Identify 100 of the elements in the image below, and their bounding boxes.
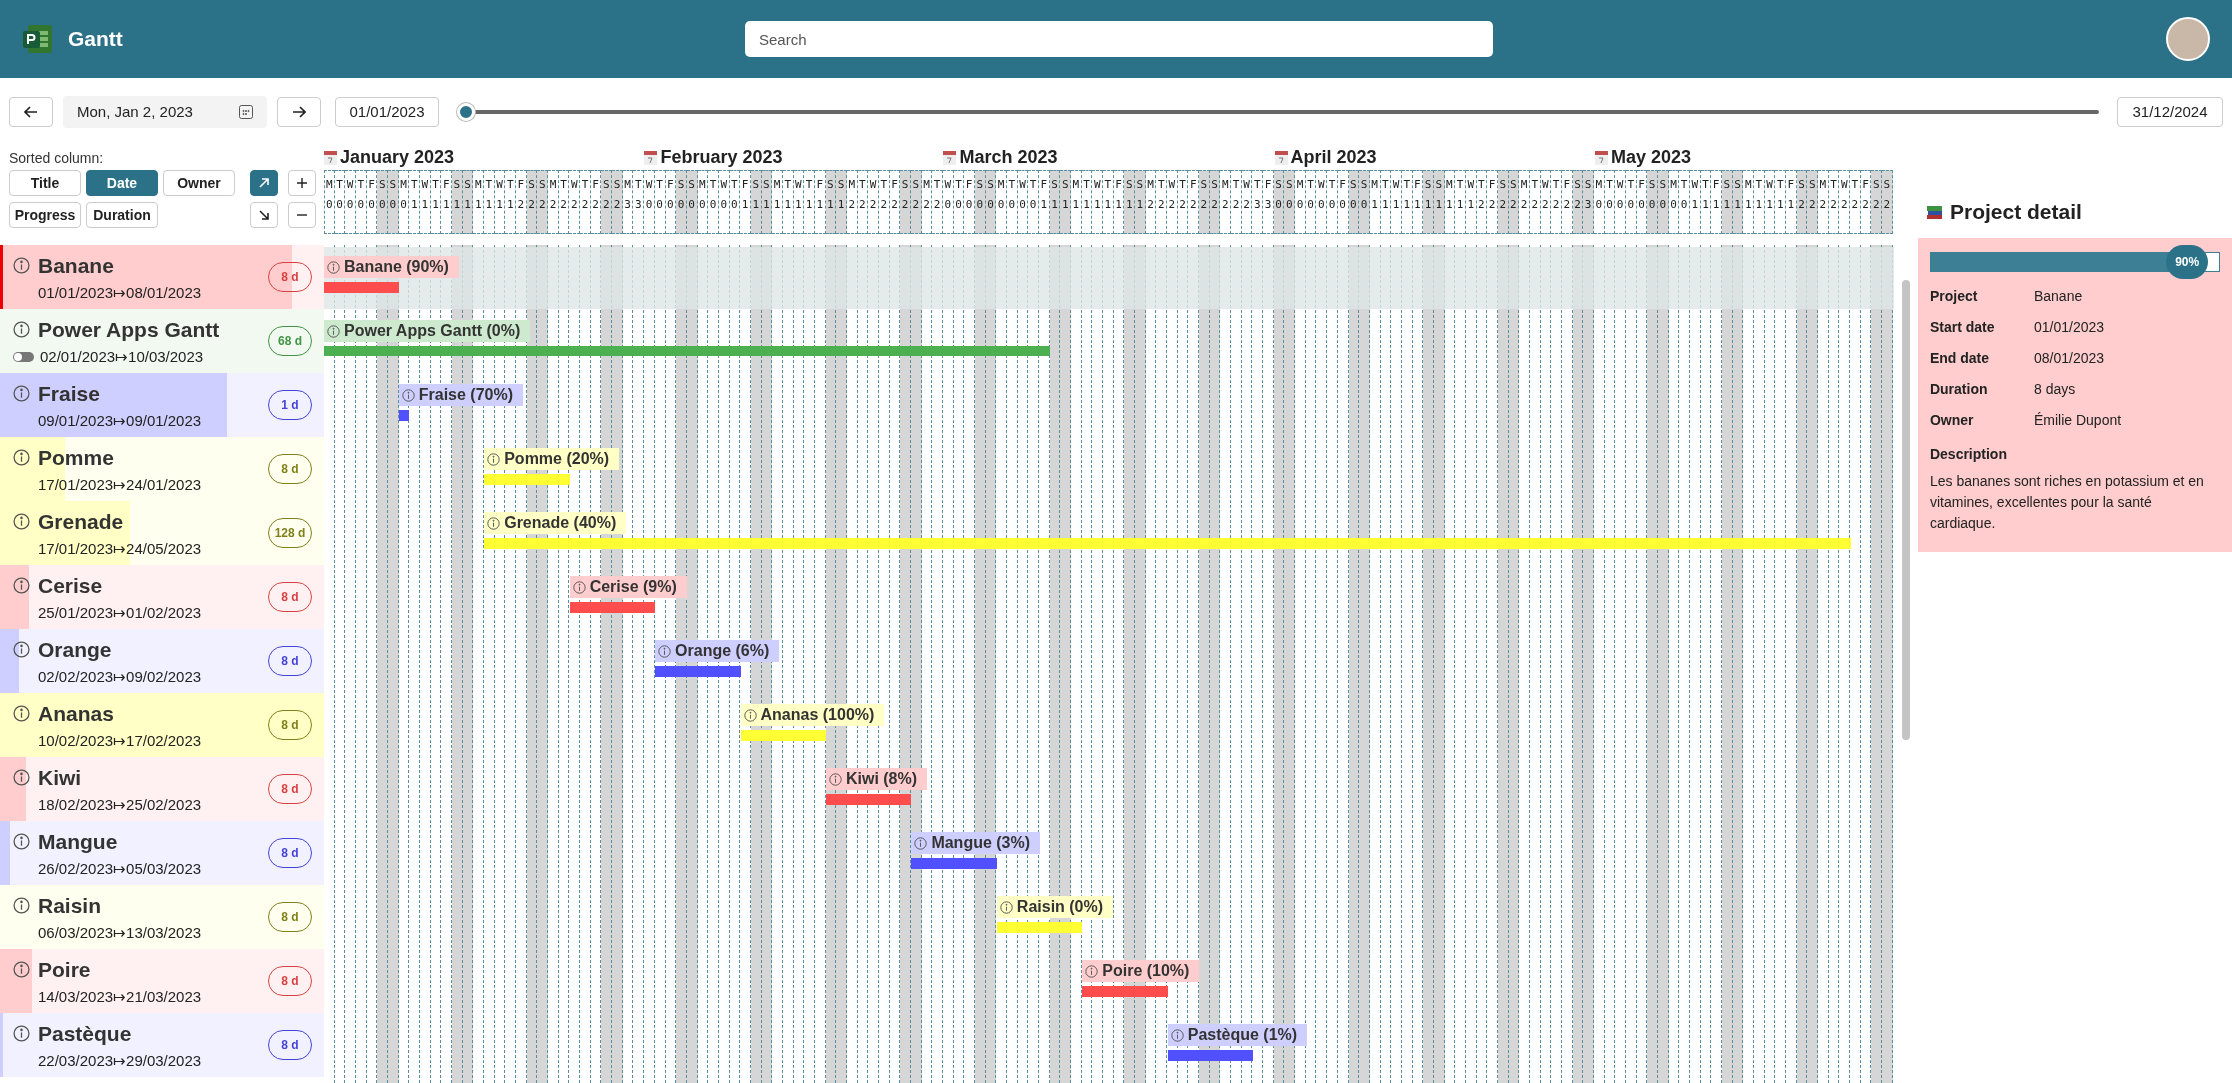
zoom-out-button[interactable] bbox=[288, 202, 316, 228]
avatar[interactable] bbox=[2166, 17, 2210, 61]
scrollbar[interactable] bbox=[1901, 280, 1910, 740]
bar-label[interactable]: Pastèque (1%) bbox=[1167, 1024, 1308, 1046]
end-date-field[interactable]: 31/12/2024 bbox=[2117, 97, 2223, 127]
weekday-letter: W bbox=[720, 177, 727, 193]
task-row[interactable]: Cerise 25/01/2023↦01/02/2023 8 d bbox=[0, 565, 324, 629]
task-bar[interactable] bbox=[1167, 1050, 1254, 1061]
day-number: 1 bbox=[1104, 197, 1112, 213]
weekday-letter: T bbox=[1552, 177, 1560, 193]
info-icon bbox=[13, 705, 30, 723]
bar-label[interactable]: Poire (10%) bbox=[1082, 960, 1200, 982]
bar-label[interactable]: Pomme (20%) bbox=[484, 448, 620, 470]
task-row[interactable]: Ananas 10/02/2023↦17/02/2023 8 d bbox=[0, 693, 324, 757]
day-number: 0 bbox=[645, 197, 653, 213]
day-number: 0 bbox=[1638, 197, 1645, 213]
bar-label[interactable]: Mangue (3%) bbox=[911, 832, 1041, 854]
weekday-letter: M bbox=[1371, 177, 1378, 193]
info-icon bbox=[13, 1025, 30, 1043]
weekday-letter: S bbox=[613, 177, 621, 193]
day-number: 0 bbox=[378, 197, 386, 213]
weekday-letter: T bbox=[1157, 177, 1165, 193]
bar-label[interactable]: Cerise (9%) bbox=[569, 576, 687, 598]
search-field[interactable]: Search bbox=[745, 21, 1493, 57]
date-field[interactable]: Mon, Jan 2, 2023 bbox=[63, 96, 267, 128]
task-row[interactable]: Power Apps Gantt 02/01/2023↦10/03/2023 68 d bbox=[0, 309, 324, 373]
bar-label[interactable]: Orange (6%) bbox=[655, 640, 780, 662]
day-number: 2 bbox=[1872, 197, 1880, 213]
sort-column-button[interactable]: Date bbox=[86, 170, 158, 196]
sort-column-button[interactable]: Progress bbox=[9, 202, 81, 228]
bar-label[interactable]: Power Apps Gantt (0%) bbox=[324, 320, 531, 342]
weekday-letter: T bbox=[1232, 177, 1240, 193]
task-row[interactable]: Grenade 17/01/2023↦24/05/2023 128 d bbox=[0, 501, 324, 565]
weekday-letter: M bbox=[1670, 177, 1677, 193]
day-number: 1 bbox=[1755, 197, 1763, 213]
toggle-switch[interactable] bbox=[13, 351, 34, 362]
zoom-in-button[interactable] bbox=[288, 170, 316, 196]
slider-thumb[interactable] bbox=[457, 103, 475, 121]
weekday-letter: S bbox=[1061, 177, 1069, 193]
day-number: 1 bbox=[741, 197, 749, 213]
bar-label[interactable]: Kiwi (8%) bbox=[825, 768, 928, 790]
weekday-letter: S bbox=[1584, 177, 1592, 193]
task-row[interactable]: Pastèque 22/03/2023↦29/03/2023 8 d bbox=[0, 1013, 324, 1077]
weekday-letter: W bbox=[1616, 177, 1624, 193]
bar-label[interactable]: Ananas (100%) bbox=[740, 704, 885, 726]
calendar-icon bbox=[239, 105, 253, 119]
weekday-letter: W bbox=[1766, 177, 1773, 193]
bar-label[interactable]: Fraise (70%) bbox=[398, 384, 523, 406]
day-number: 2 bbox=[859, 197, 866, 213]
day-number: 0 bbox=[965, 197, 973, 213]
task-title: Kiwi bbox=[38, 765, 82, 791]
next-button[interactable] bbox=[277, 97, 321, 127]
day-number: 0 bbox=[1360, 197, 1368, 213]
calendar-icon bbox=[644, 150, 658, 165]
weekday-letter: M bbox=[1744, 177, 1752, 193]
field-value: Émilie Dupont bbox=[2033, 411, 2123, 430]
previous-button[interactable] bbox=[9, 97, 53, 127]
day-number: 0 bbox=[987, 197, 994, 213]
task-dates: 22/03/2023↦29/03/2023 bbox=[38, 1050, 202, 1071]
field-label: End date bbox=[1929, 349, 1991, 368]
day-number: 2 bbox=[869, 197, 877, 213]
range-slider[interactable] bbox=[457, 102, 2099, 122]
day-number: 2 bbox=[1168, 197, 1176, 213]
bar-label[interactable]: Raisin (0%) bbox=[996, 896, 1114, 918]
date-value: Mon, Jan 2, 2023 bbox=[77, 101, 193, 122]
task-dates: 18/02/2023↦25/02/2023 bbox=[38, 794, 202, 815]
month-label: April 2023 bbox=[1290, 146, 1377, 169]
weekday-letter: T bbox=[1008, 177, 1016, 193]
bar-label[interactable]: Grenade (40%) bbox=[484, 512, 627, 534]
task-bar[interactable] bbox=[569, 602, 656, 613]
task-row[interactable]: Banane 01/01/2023↦08/01/2023 8 d bbox=[0, 245, 324, 309]
task-row[interactable]: Mangue 26/02/2023↦05/03/2023 8 d bbox=[0, 821, 324, 885]
day-number: 0 bbox=[667, 197, 674, 213]
calendar-icon bbox=[943, 150, 957, 165]
task-row[interactable]: Kiwi 18/02/2023↦25/02/2023 8 d bbox=[0, 757, 324, 821]
weekday-letter: M bbox=[1221, 177, 1229, 193]
day-number: 1 bbox=[1424, 197, 1432, 213]
start-date-field[interactable]: 01/01/2023 bbox=[335, 97, 439, 127]
weekday-letter: S bbox=[912, 177, 920, 193]
sort-column-button[interactable]: Title bbox=[9, 170, 81, 196]
day-number: 2 bbox=[1499, 197, 1507, 213]
task-row[interactable]: Poire 14/03/2023↦21/03/2023 8 d bbox=[0, 949, 324, 1013]
weekday-letter: S bbox=[1200, 177, 1208, 193]
sort-direction-button[interactable] bbox=[250, 170, 278, 196]
day-number: 1 bbox=[752, 197, 759, 213]
task-row[interactable]: Pomme 17/01/2023↦24/01/2023 8 d bbox=[0, 437, 324, 501]
weekday-letter: F bbox=[1712, 177, 1720, 193]
info-icon bbox=[1170, 1028, 1184, 1042]
task-dates: 09/01/2023↦09/01/2023 bbox=[38, 410, 202, 431]
task-dates: 01/01/2023↦08/01/2023 bbox=[38, 282, 202, 303]
task-row[interactable]: Fraise 09/01/2023↦09/01/2023 1 d bbox=[0, 373, 324, 437]
day-number: 2 bbox=[517, 197, 525, 213]
sort-column-button[interactable]: Duration bbox=[86, 202, 158, 228]
sort-column-button[interactable]: Owner bbox=[163, 170, 235, 196]
task-row[interactable]: Orange 02/02/2023↦09/02/2023 8 d bbox=[0, 629, 324, 693]
bar-label[interactable]: Banane (90%) bbox=[324, 256, 459, 278]
weekday-letter: S bbox=[1350, 177, 1357, 193]
task-bar[interactable] bbox=[398, 410, 410, 421]
task-row[interactable]: Raisin 06/03/2023↦13/03/2023 8 d bbox=[0, 885, 324, 949]
info-icon bbox=[13, 513, 30, 531]
